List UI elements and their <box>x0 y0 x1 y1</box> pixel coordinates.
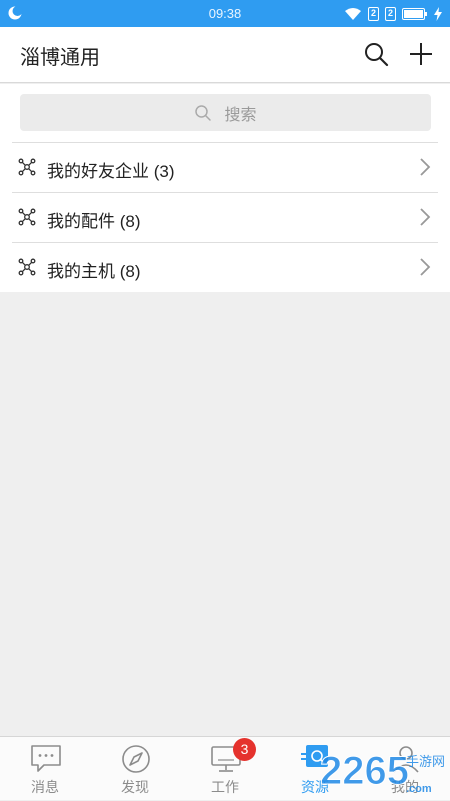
wifi-icon <box>345 7 361 20</box>
search-icon[interactable] <box>363 41 389 67</box>
tab-label: 工作 <box>211 779 239 795</box>
chevron-right-icon <box>420 158 431 176</box>
app-header: 淄博通用 <box>0 27 450 83</box>
message-icon <box>31 745 61 772</box>
tab-label: 发现 <box>121 779 149 795</box>
bottom-nav: 消息 发现 工作 资源 我的 <box>0 736 450 800</box>
chevron-right-icon <box>420 258 431 276</box>
status-icons: 2 2 <box>344 5 442 22</box>
tab-label: 消息 <box>31 779 59 795</box>
tab-resources[interactable]: 资源 <box>270 737 360 801</box>
tab-label: 我的 <box>391 779 419 795</box>
list-item-label: 我的主机 (8) <box>47 262 141 281</box>
node-icon <box>18 208 36 226</box>
tab-messages[interactable]: 消息 <box>0 737 90 801</box>
list-item-parts[interactable]: 我的配件 (8) <box>12 192 438 241</box>
user-icon <box>393 746 419 773</box>
node-icon <box>18 258 36 276</box>
search-icon <box>195 104 212 121</box>
sim2-icon: 2 <box>385 6 396 21</box>
compass-icon <box>122 745 150 773</box>
resource-list: 我的好友企业 (3) 我的配件 (8) 我的主机 (8) <box>0 142 450 292</box>
list-item-friend-companies[interactable]: 我的好友企业 (3) <box>12 142 438 191</box>
page-title: 淄博通用 <box>20 47 100 69</box>
search-placeholder: 搜索 <box>224 106 257 124</box>
list-item-label: 我的好友企业 (3) <box>47 162 175 181</box>
plus-icon[interactable] <box>408 41 434 67</box>
tab-discover[interactable]: 发现 <box>90 737 180 801</box>
resource-icon <box>301 745 328 767</box>
tab-me[interactable]: 我的 <box>360 737 450 801</box>
node-icon <box>18 158 36 176</box>
chevron-right-icon <box>420 208 431 226</box>
sim1-icon: 2 <box>368 6 379 21</box>
charging-icon <box>434 6 442 21</box>
battery-icon <box>402 7 427 20</box>
list-item-label: 我的配件 (8) <box>47 212 141 231</box>
search-input[interactable]: 搜索 <box>20 94 431 131</box>
status-bar: 09:38 2 2 <box>0 0 450 27</box>
tab-work[interactable]: 工作 <box>180 737 270 801</box>
search-area: 搜索 <box>0 84 450 142</box>
list-item-hosts[interactable]: 我的主机 (8) <box>12 242 438 291</box>
work-badge: 3 <box>233 738 256 761</box>
tab-label: 资源 <box>301 779 329 795</box>
